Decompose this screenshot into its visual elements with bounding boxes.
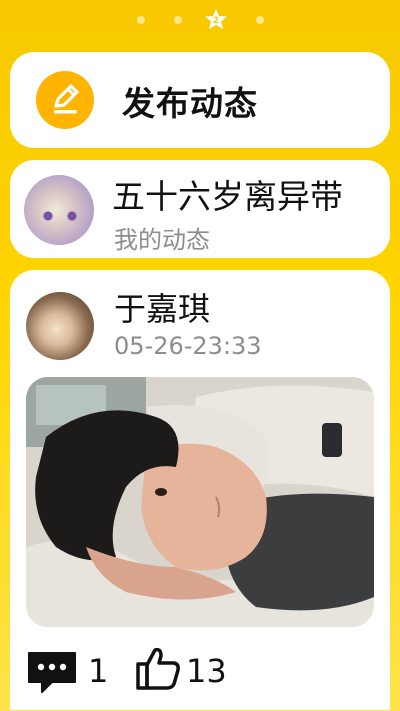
post-actions: 1 13 [10,642,390,698]
profile-subtitle: 我的动态 [114,226,210,254]
profile-name: 五十六岁离异带 [112,177,343,216]
page-indicator: 2 [0,8,400,30]
thumbs-up-icon[interactable] [134,644,182,692]
pencil-icon [36,71,94,129]
feed-post-card: 于嘉琪 05-26-23:33 1 13 [10,270,390,710]
publish-post-label: 发布动态 [122,84,258,123]
page-dot[interactable] [174,16,182,24]
author-name[interactable]: 于嘉琪 [114,284,210,330]
page-dot[interactable] [137,16,145,24]
post-photo[interactable] [26,377,374,627]
my-profile-card[interactable]: 五十六岁离异带 我的动态 [10,160,390,258]
publish-post-button[interactable]: 发布动态 [10,52,390,148]
star-badge-icon[interactable]: 2 [204,8,228,30]
author-avatar[interactable] [26,292,94,360]
user-avatar[interactable] [24,175,94,245]
comment-icon[interactable] [26,650,78,694]
post-timestamp: 05-26-23:33 [114,332,262,360]
page-dot[interactable] [256,16,264,24]
like-count: 13 [186,652,227,690]
comment-count: 1 [88,652,109,690]
svg-text:2: 2 [213,16,219,26]
